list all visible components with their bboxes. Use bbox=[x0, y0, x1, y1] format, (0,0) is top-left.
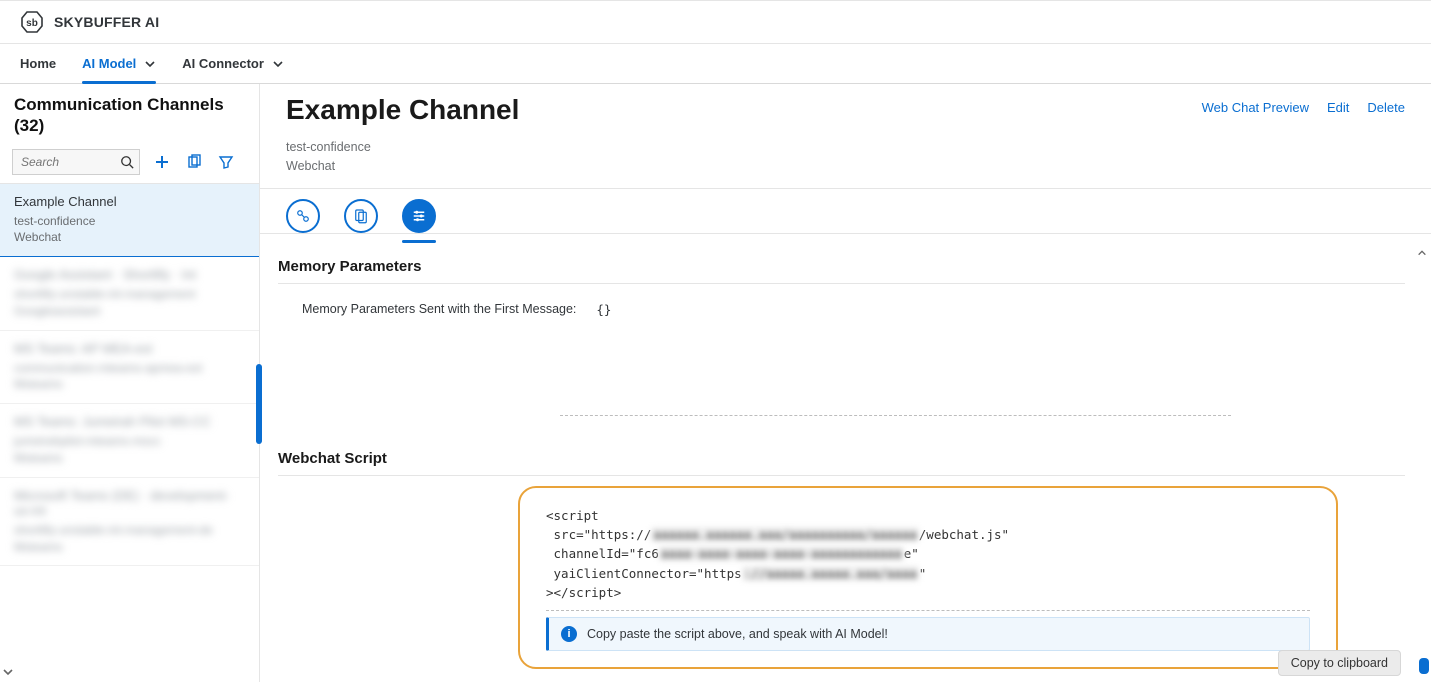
section-header: Memory Parameters bbox=[278, 252, 1405, 284]
brand-name: SKYBUFFER AI bbox=[54, 14, 159, 30]
filter-icon[interactable] bbox=[216, 152, 236, 172]
hint-box: i Copy paste the script above, and speak… bbox=[546, 617, 1310, 651]
list-item-title: MS Teams: AP MEA-ext bbox=[14, 341, 245, 356]
list-item-sub: shortlify-unstable-int-management-de bbox=[14, 522, 245, 539]
list-item-title: Example Channel bbox=[14, 194, 245, 209]
brand-logo-icon: sb bbox=[20, 10, 44, 34]
list-item-sub: test-confidence bbox=[14, 213, 245, 230]
copy-to-clipboard-button[interactable]: Copy to clipboard bbox=[1278, 650, 1401, 676]
app-header: sb SKYBUFFER AI bbox=[0, 0, 1431, 44]
chevron-down-icon bbox=[272, 58, 284, 70]
list-item[interactable]: MS Teams: Jumeirah Pilot MS-CC jumeirahp… bbox=[0, 404, 259, 478]
sidebar-toolbar bbox=[0, 143, 259, 184]
page-meta-line2: Webchat bbox=[286, 159, 335, 173]
script-code[interactable]: <script src="https://aaaaaa.aaaaaa.aaa/a… bbox=[546, 506, 1310, 603]
chevron-down-icon[interactable] bbox=[0, 664, 16, 680]
delete-link[interactable]: Delete bbox=[1367, 100, 1405, 115]
sidebar-title: Communication Channels (32) bbox=[0, 84, 259, 143]
page-meta: test-confidence Webchat bbox=[286, 138, 519, 176]
info-icon: i bbox=[561, 626, 577, 642]
list-item-sub: jumeirahpilot-mteams-mscc bbox=[14, 433, 245, 450]
search-wrap bbox=[12, 149, 140, 175]
list-item-sub: communication-mteams-apmea-ext bbox=[14, 360, 245, 377]
list-item-sub: Msteams bbox=[14, 376, 245, 393]
list-item-sub: Msteams bbox=[14, 539, 245, 556]
list-item-title: Google Assistant · Shortlify · Int bbox=[14, 267, 245, 282]
code-divider bbox=[546, 610, 1310, 611]
section-header: Webchat Script bbox=[278, 444, 1405, 476]
list-item-sub: Googleassistant bbox=[14, 303, 245, 320]
content-header-block: Example Channel test-confidence Webchat … bbox=[260, 84, 1431, 189]
memory-params-label: Memory Parameters Sent with the First Me… bbox=[302, 302, 576, 316]
edit-link[interactable]: Edit bbox=[1327, 100, 1349, 115]
page-meta-line1: test-confidence bbox=[286, 140, 371, 154]
sidebar-title-count: (32) bbox=[14, 116, 44, 135]
webchat-preview-link[interactable]: Web Chat Preview bbox=[1202, 100, 1309, 115]
sidebar: Communication Channels (32) Example C bbox=[0, 84, 260, 682]
main-nav: Home AI Model AI Connector bbox=[0, 44, 1431, 84]
nav-ai-model[interactable]: AI Model bbox=[82, 44, 156, 83]
scrollbar-thumb[interactable] bbox=[1419, 658, 1429, 674]
script-callout: <script src="https://aaaaaa.aaaaaa.aaa/a… bbox=[518, 486, 1338, 670]
content-panel: Example Channel test-confidence Webchat … bbox=[260, 84, 1431, 682]
search-icon[interactable] bbox=[120, 155, 134, 169]
nav-ai-model-label: AI Model bbox=[82, 56, 136, 71]
memory-parameters-section: Memory Parameters Memory Parameters Sent… bbox=[260, 244, 1431, 325]
list-item-sub: Webchat bbox=[14, 229, 245, 246]
memory-params-row: Memory Parameters Sent with the First Me… bbox=[278, 294, 1405, 325]
nav-home-label: Home bbox=[20, 56, 56, 71]
channel-list[interactable]: Example Channel test-confidence Webchat … bbox=[0, 184, 259, 682]
list-item[interactable]: Google Assistant · Shortlify · Int short… bbox=[0, 257, 259, 331]
list-item[interactable]: Microsoft Teams (DE) · development-us-in… bbox=[0, 478, 259, 567]
main-region: Communication Channels (32) Example C bbox=[0, 84, 1431, 682]
nav-ai-connector-label: AI Connector bbox=[182, 56, 264, 71]
list-item[interactable]: Example Channel test-confidence Webchat bbox=[0, 184, 259, 258]
list-item-sub: shortlify-unstable-int-management bbox=[14, 286, 245, 303]
integration-tab[interactable] bbox=[286, 199, 320, 233]
hint-text: Copy paste the script above, and speak w… bbox=[587, 627, 888, 641]
settings-tab[interactable] bbox=[402, 199, 436, 233]
sidebar-title-line1: Communication Channels bbox=[14, 95, 224, 114]
section-divider bbox=[560, 415, 1231, 416]
nav-ai-connector[interactable]: AI Connector bbox=[182, 44, 284, 83]
copy-icon[interactable] bbox=[184, 152, 204, 172]
list-item-title: MS Teams: Jumeirah Pilot MS-CC bbox=[14, 414, 245, 429]
list-item-sub: Msteams bbox=[14, 450, 245, 467]
page-actions: Web Chat Preview Edit Delete bbox=[1202, 94, 1405, 115]
list-item[interactable]: MS Teams: AP MEA-ext communication-mteam… bbox=[0, 331, 259, 405]
add-button[interactable] bbox=[152, 152, 172, 172]
tab-row bbox=[260, 189, 1431, 234]
page-title: Example Channel bbox=[286, 94, 519, 126]
list-item-title: Microsoft Teams (DE) · development-us-in… bbox=[14, 488, 245, 518]
content-scroll[interactable]: Memory Parameters Memory Parameters Sent… bbox=[260, 244, 1431, 682]
documents-tab[interactable] bbox=[344, 199, 378, 233]
chevron-up-icon[interactable] bbox=[1415, 248, 1429, 258]
nav-home[interactable]: Home bbox=[20, 44, 56, 83]
memory-params-value: {} bbox=[596, 302, 611, 317]
chevron-down-icon bbox=[144, 58, 156, 70]
webchat-script-section: Webchat Script <script src="https://aaaa… bbox=[260, 436, 1431, 682]
svg-text:sb: sb bbox=[26, 18, 38, 29]
